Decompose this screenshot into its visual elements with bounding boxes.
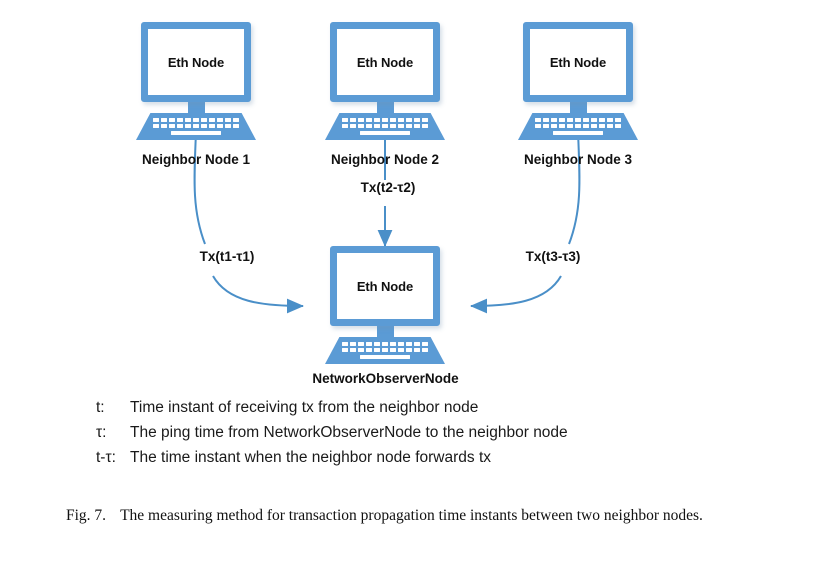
network-diagram: Eth Node Neighbor Node 1 Eth Node Neighb… [0, 0, 823, 390]
monitor-stand-neck [569, 102, 587, 113]
keyboard-icon [518, 113, 638, 140]
node-neighbor-3[interactable]: Eth Node [518, 22, 638, 140]
keyboard-spacebar [553, 131, 603, 135]
legend-symbol: t: [96, 399, 105, 416]
edge-path-3b [470, 275, 562, 314]
legend: t: Time instant of receiving tx from the… [96, 395, 756, 470]
edge-label-3: Tx(t3-τ3) [495, 249, 611, 264]
keyboard-icon [325, 113, 445, 140]
figure-caption: Fig. 7. The measuring method for transact… [66, 505, 766, 526]
keyboard-row [518, 124, 638, 128]
edge-path-1b [212, 275, 304, 314]
keyboard-row [325, 124, 445, 128]
monitor-stand-neck [376, 102, 394, 113]
keyboard-row [325, 118, 445, 122]
legend-symbol: t-τ: [96, 449, 116, 466]
keyboard-icon [136, 113, 256, 140]
keyboard-row [325, 342, 445, 346]
node-caption-neighbor-1: Neighbor Node 1 [141, 152, 250, 167]
monitor-screen: Eth Node [523, 22, 633, 102]
legend-description: The time instant when the neighbor node … [130, 449, 492, 466]
node-screen-label: Eth Node [549, 54, 607, 70]
keyboard-row [136, 118, 256, 122]
keyboard-row [518, 118, 638, 122]
keyboard-row [136, 124, 256, 128]
keyboard-row [325, 348, 445, 352]
keyboard-icon [325, 337, 445, 364]
figure-caption-text: The measuring method for transaction pro… [120, 507, 703, 524]
node-caption-neighbor-3: Neighbor Node 3 [523, 152, 632, 167]
node-screen-label: Eth Node [356, 54, 414, 70]
legend-item: τ: The ping time from NetworkObserverNod… [96, 420, 756, 445]
keyboard-spacebar [360, 355, 410, 359]
node-screen-label: Eth Node [167, 54, 225, 70]
figure-root: Eth Node Neighbor Node 1 Eth Node Neighb… [0, 0, 823, 570]
monitor-screen: Eth Node [330, 246, 440, 326]
node-caption-network-observer: NetworkObserverNode [312, 371, 459, 386]
node-neighbor-2[interactable]: Eth Node [325, 22, 445, 140]
node-screen-label: Eth Node [356, 278, 414, 294]
legend-symbol: τ: [96, 424, 107, 441]
edge-label-2: Tx(t2-τ2) [330, 180, 446, 195]
node-caption-neighbor-2: Neighbor Node 2 [330, 152, 439, 167]
node-network-observer[interactable]: Eth Node [325, 246, 445, 364]
edge-path-1 [193, 131, 206, 245]
monitor-stand-neck [376, 326, 394, 337]
monitor-screen: Eth Node [330, 22, 440, 102]
legend-description: Time instant of receiving tx from the ne… [130, 399, 479, 416]
legend-item: t-τ: The time instant when the neighbor … [96, 445, 756, 470]
keyboard-spacebar [360, 131, 410, 135]
edge-path-3 [568, 131, 581, 245]
legend-description: The ping time from NetworkObserverNode t… [130, 424, 568, 441]
monitor-stand-neck [187, 102, 205, 113]
keyboard-spacebar [171, 131, 221, 135]
edge-label-1: Tx(t1-τ1) [169, 249, 285, 264]
monitor-screen: Eth Node [141, 22, 251, 102]
node-neighbor-1[interactable]: Eth Node [136, 22, 256, 140]
legend-item: t: Time instant of receiving tx from the… [96, 395, 756, 420]
figure-number: Fig. 7. [66, 507, 107, 524]
